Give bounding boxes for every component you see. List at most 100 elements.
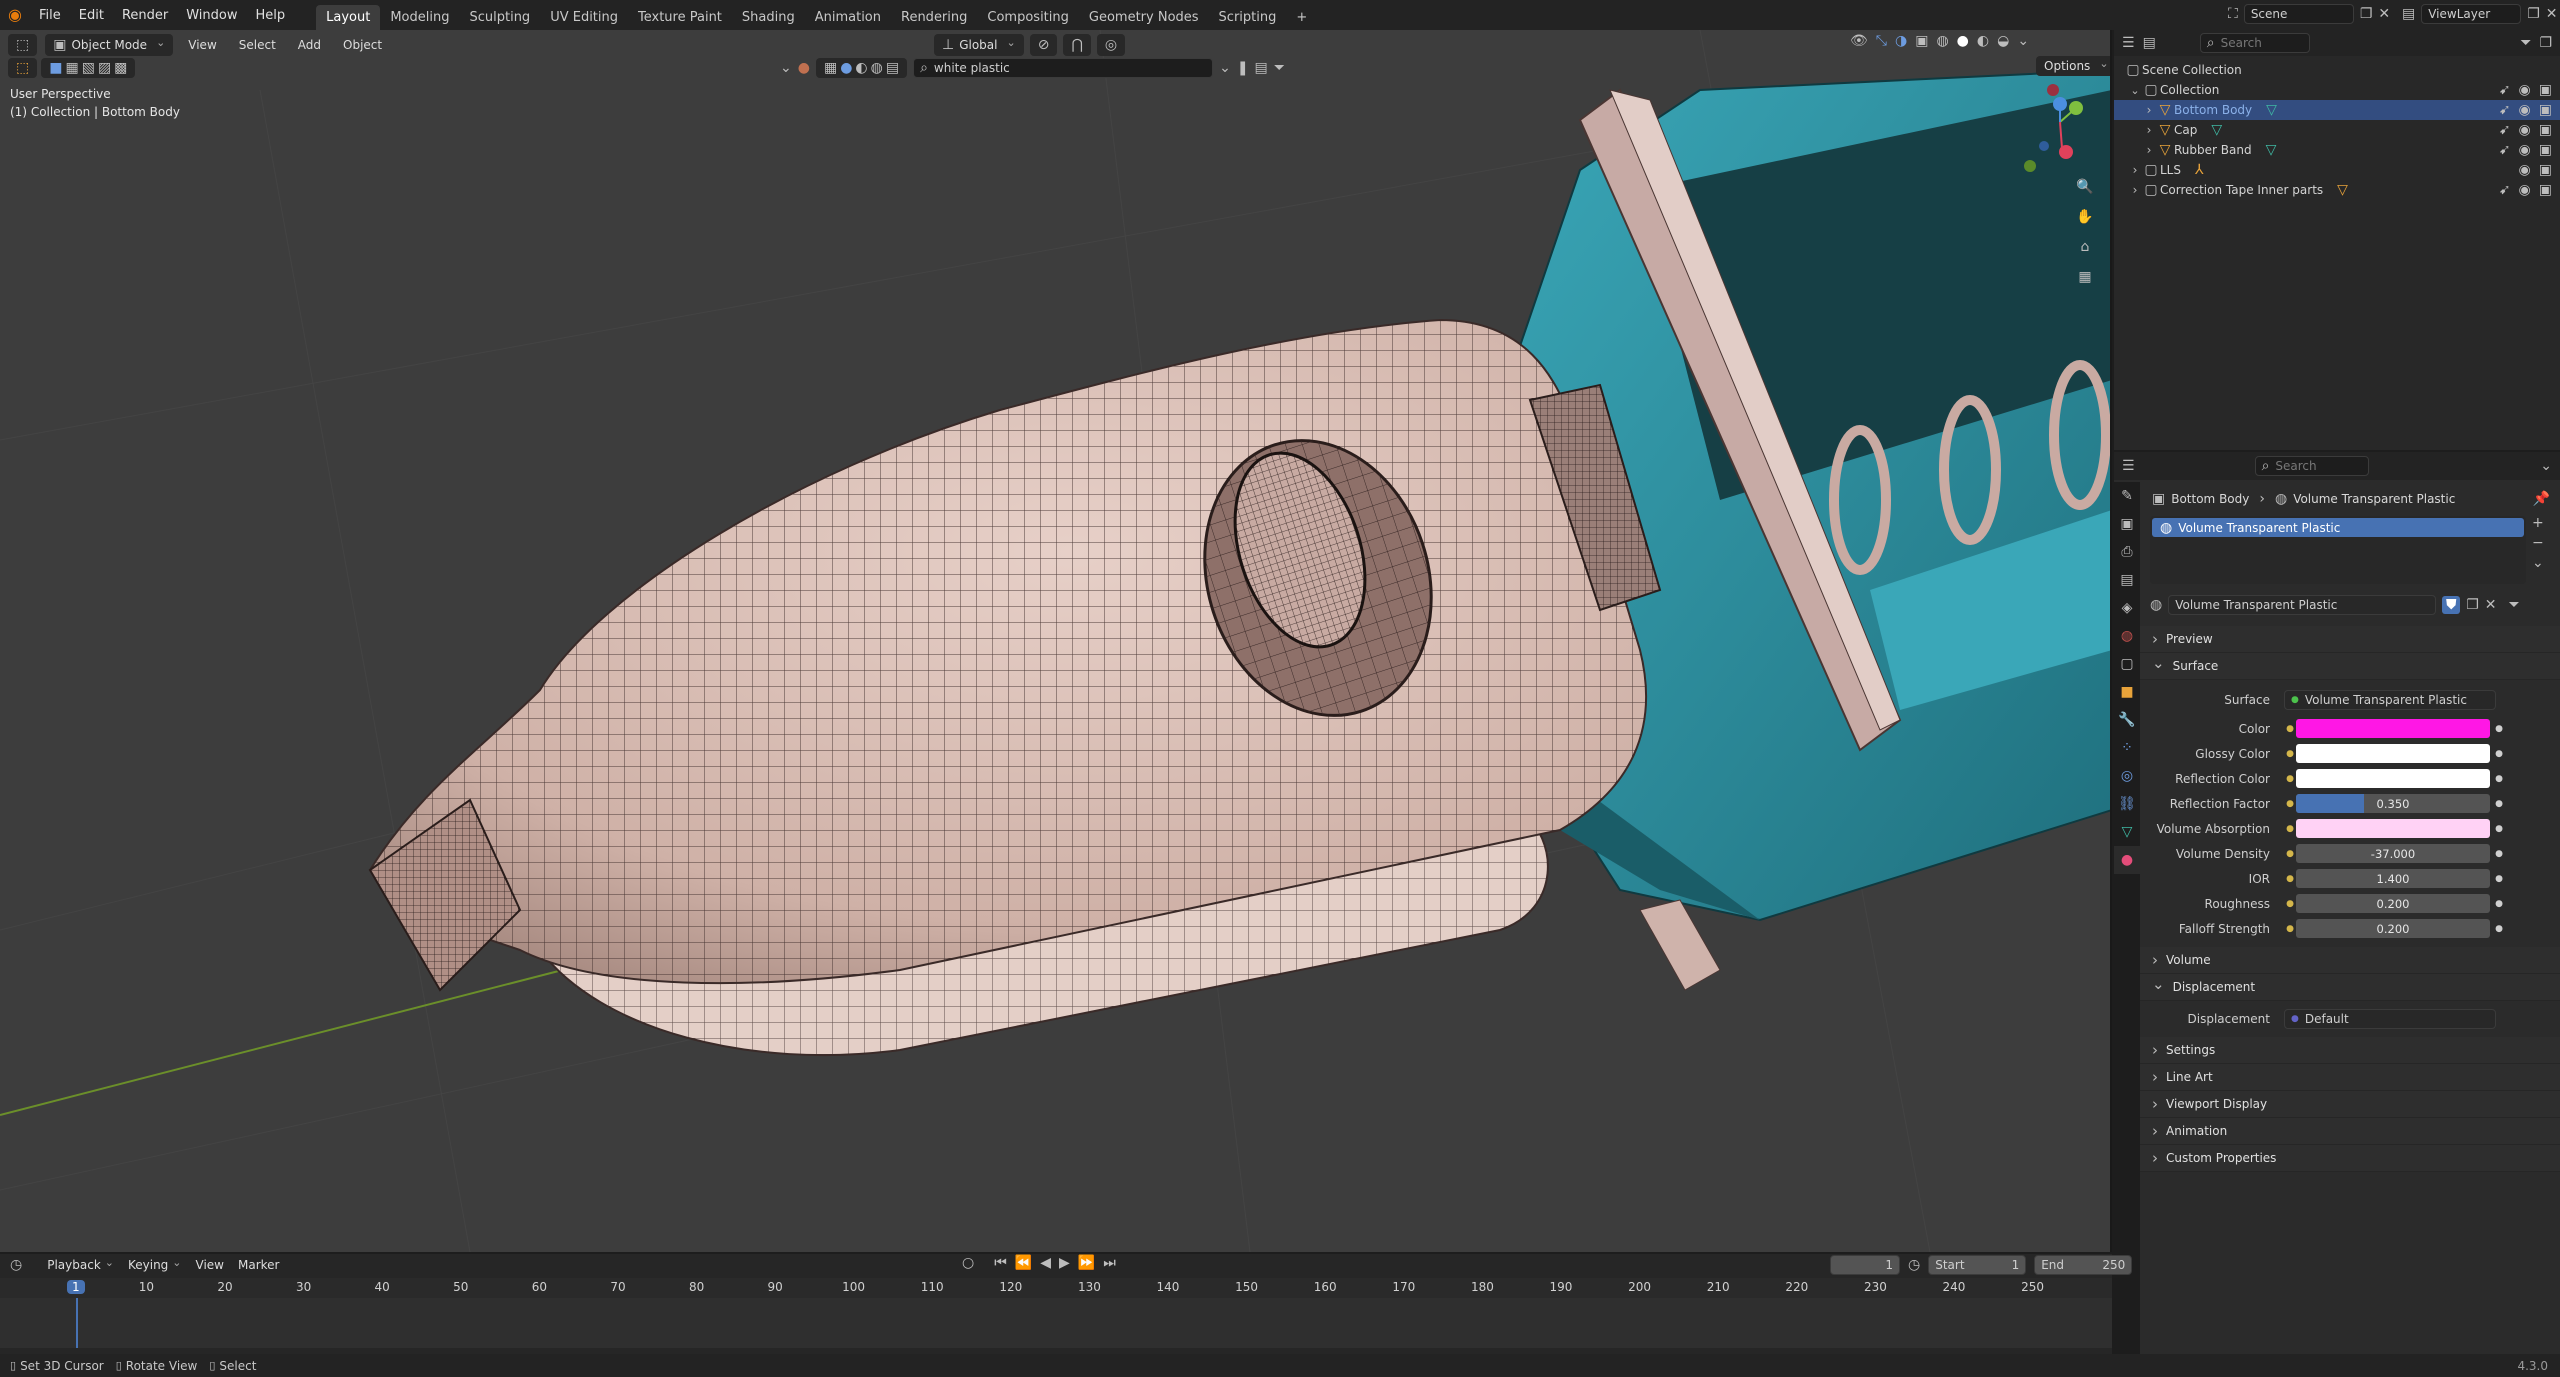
- select-toggle-icon[interactable]: ➹: [2499, 103, 2511, 117]
- zoom-icon[interactable]: 🔍: [2074, 176, 2096, 198]
- fake-user-icon[interactable]: ⛊: [2442, 596, 2461, 614]
- color-field[interactable]: [2296, 719, 2490, 738]
- displacement-field[interactable]: ● Default: [2284, 1009, 2496, 1029]
- socket-dot-icon[interactable]: ●: [2284, 824, 2296, 834]
- panel-viewport-display[interactable]: Viewport Display: [2140, 1091, 2560, 1118]
- tab-layout[interactable]: Layout: [316, 5, 381, 30]
- reflection-color-field[interactable]: [2296, 769, 2490, 788]
- display-mode-icon[interactable]: ▤: [2143, 36, 2156, 50]
- timeline-ruler[interactable]: 1 10 20 30 40 50 60 70 80 90 100 110 120 130 140 150 160…: [0, 1278, 2112, 1298]
- transform-orientation-dropdown[interactable]: ⊥ Global: [934, 34, 1024, 56]
- editor-type-button[interactable]: ⬚: [8, 34, 38, 56]
- data-tab-icon[interactable]: ▽: [2114, 818, 2140, 846]
- delete-view-layer-icon[interactable]: ✕: [2546, 7, 2558, 21]
- overlay-toggle-icon[interactable]: ◑: [1895, 34, 1907, 48]
- prev-keyframe-icon[interactable]: ⏪: [1015, 1256, 1032, 1270]
- current-frame-marker[interactable]: 1: [67, 1280, 85, 1294]
- properties-editor-icon[interactable]: ☰: [2122, 459, 2135, 473]
- new-collection-icon[interactable]: ❐: [2539, 36, 2552, 50]
- add-slot-icon[interactable]: +: [2532, 516, 2544, 530]
- socket-dot-icon[interactable]: ●: [2284, 924, 2296, 934]
- menu-window[interactable]: Window: [177, 8, 246, 23]
- new-scene-icon[interactable]: ❐: [2360, 7, 2373, 21]
- end-frame-field[interactable]: End 250: [2034, 1255, 2133, 1275]
- unlink-material-icon[interactable]: ✕: [2485, 598, 2497, 612]
- tree-row-scene-collection[interactable]: ▢ Scene Collection: [2114, 60, 2560, 80]
- constraints-tab-icon[interactable]: ⛓: [2114, 790, 2140, 818]
- eye-icon[interactable]: ◉: [2519, 103, 2531, 117]
- outliner-editor-icon[interactable]: ☰: [2122, 36, 2135, 50]
- volume-density-field[interactable]: -37.000: [2296, 844, 2490, 863]
- camera-icon[interactable]: ▣: [2539, 123, 2552, 137]
- camera-icon[interactable]: ▣: [2539, 163, 2552, 177]
- panel-preview[interactable]: Preview: [2140, 626, 2560, 653]
- chevron-right-icon[interactable]: ›: [2128, 184, 2142, 196]
- volume-absorption-field[interactable]: [2296, 819, 2490, 838]
- search-options-icon[interactable]: ⌄: [1219, 61, 1231, 75]
- socket-dot-icon[interactable]: ●: [2284, 899, 2296, 909]
- collapse-icon[interactable]: ⌄: [780, 61, 792, 75]
- tab-scripting[interactable]: Scripting: [1209, 5, 1287, 30]
- panel-line-art[interactable]: Line Art: [2140, 1064, 2560, 1091]
- scene-field[interactable]: Scene: [2243, 4, 2354, 24]
- tree-row-correction-tape-inner-parts[interactable]: › ▢ Correction Tape Inner parts ▽ ➹ ◉ ▣: [2114, 180, 2560, 200]
- object-mode-dropdown[interactable]: ▣ Object Mode: [45, 34, 174, 56]
- x-axis-gizmo-icon[interactable]: [2059, 145, 2073, 159]
- chevron-right-icon[interactable]: ›: [2142, 124, 2156, 136]
- keyframe-dot-icon[interactable]: ●: [2490, 749, 2508, 759]
- clock-icon[interactable]: ◷: [1908, 1258, 1920, 1272]
- filter-icon[interactable]: ⏷: [2520, 36, 2531, 50]
- camera-view-icon[interactable]: ⌂: [2074, 236, 2096, 258]
- camera-icon[interactable]: ▣: [2539, 103, 2552, 117]
- rendered-shading-icon[interactable]: ◒: [1997, 34, 2009, 48]
- chevron-down-icon[interactable]: ⌄: [2540, 459, 2552, 473]
- socket-dot-icon[interactable]: ●: [2284, 849, 2296, 859]
- tree-row-rubber-band[interactable]: › ▽ Rubber Band ▽ ➹ ◉ ▣: [2114, 140, 2560, 160]
- play-reverse-icon[interactable]: ◀: [1040, 1256, 1051, 1270]
- view-layer-tab-icon[interactable]: ▤: [2114, 566, 2140, 594]
- ortho-grid-icon[interactable]: ▦: [2074, 266, 2096, 288]
- keyframe-dot-icon[interactable]: ●: [2490, 849, 2508, 859]
- material-tab-icon[interactable]: ●: [2114, 846, 2140, 874]
- properties-search-input[interactable]: ⌕ Search: [2254, 456, 2369, 476]
- scene-tab-icon[interactable]: ◈: [2114, 594, 2140, 622]
- tool-tab-icon[interactable]: ✎: [2114, 482, 2140, 510]
- physics-tab-icon[interactable]: ◎: [2114, 762, 2140, 790]
- menu-file[interactable]: File: [30, 8, 70, 23]
- shading-options-icon[interactable]: ⌄: [2017, 34, 2029, 48]
- remove-slot-icon[interactable]: −: [2532, 536, 2544, 550]
- view-layer-icon[interactable]: ▤: [2402, 7, 2415, 21]
- eye-icon[interactable]: ◉: [2519, 83, 2531, 97]
- pin-icon[interactable]: 📌: [2533, 492, 2550, 506]
- select-toggle-icon[interactable]: ➹: [2499, 123, 2511, 137]
- visibility-icon[interactable]: 👁: [1850, 34, 1868, 48]
- socket-dot-icon[interactable]: ●: [2284, 749, 2296, 759]
- tab-texture-paint[interactable]: Texture Paint: [628, 5, 732, 30]
- jump-end-icon[interactable]: ⏭: [1103, 1256, 1116, 1270]
- socket-dot-icon[interactable]: ●: [2284, 724, 2296, 734]
- solid-shading-icon[interactable]: ●: [1957, 34, 1969, 48]
- select-tool-button[interactable]: ⬚: [8, 58, 38, 78]
- menu-object[interactable]: Object: [336, 38, 389, 52]
- selection-mode-buttons[interactable]: ■ ▦ ▧ ▨ ▩: [41, 58, 136, 78]
- menu-edit[interactable]: Edit: [70, 8, 113, 23]
- tree-row-bottom-body[interactable]: › ▽ Bottom Body ▽ ➹ ◉ ▣: [2114, 100, 2560, 120]
- select-toggle-icon[interactable]: ➹: [2499, 83, 2511, 97]
- chevron-down-icon[interactable]: ⌄: [2128, 85, 2142, 96]
- bookmark-icon[interactable]: ❚: [1237, 61, 1249, 75]
- eye-icon[interactable]: ◉: [2519, 163, 2531, 177]
- menu-keying[interactable]: Keying: [121, 1258, 189, 1272]
- keyframe-dot-icon[interactable]: ●: [2490, 899, 2508, 909]
- ior-field[interactable]: 1.400: [2296, 869, 2490, 888]
- menu-render[interactable]: Render: [113, 8, 177, 23]
- menu-marker[interactable]: Marker: [231, 1258, 286, 1272]
- keyframe-dot-icon[interactable]: ●: [2490, 924, 2508, 934]
- play-icon[interactable]: ▶: [1059, 1256, 1070, 1270]
- panel-volume[interactable]: Volume: [2140, 947, 2560, 974]
- auto-keying-icon[interactable]: ○: [962, 1256, 974, 1270]
- display-settings-icon[interactable]: ▤: [1255, 61, 1268, 75]
- delete-scene-icon[interactable]: ✕: [2378, 7, 2390, 21]
- reflection-factor-field[interactable]: 0.350: [2296, 794, 2490, 813]
- add-workspace-button[interactable]: +: [1286, 5, 1317, 30]
- proportional-edit-button[interactable]: ◎: [1096, 34, 1126, 56]
